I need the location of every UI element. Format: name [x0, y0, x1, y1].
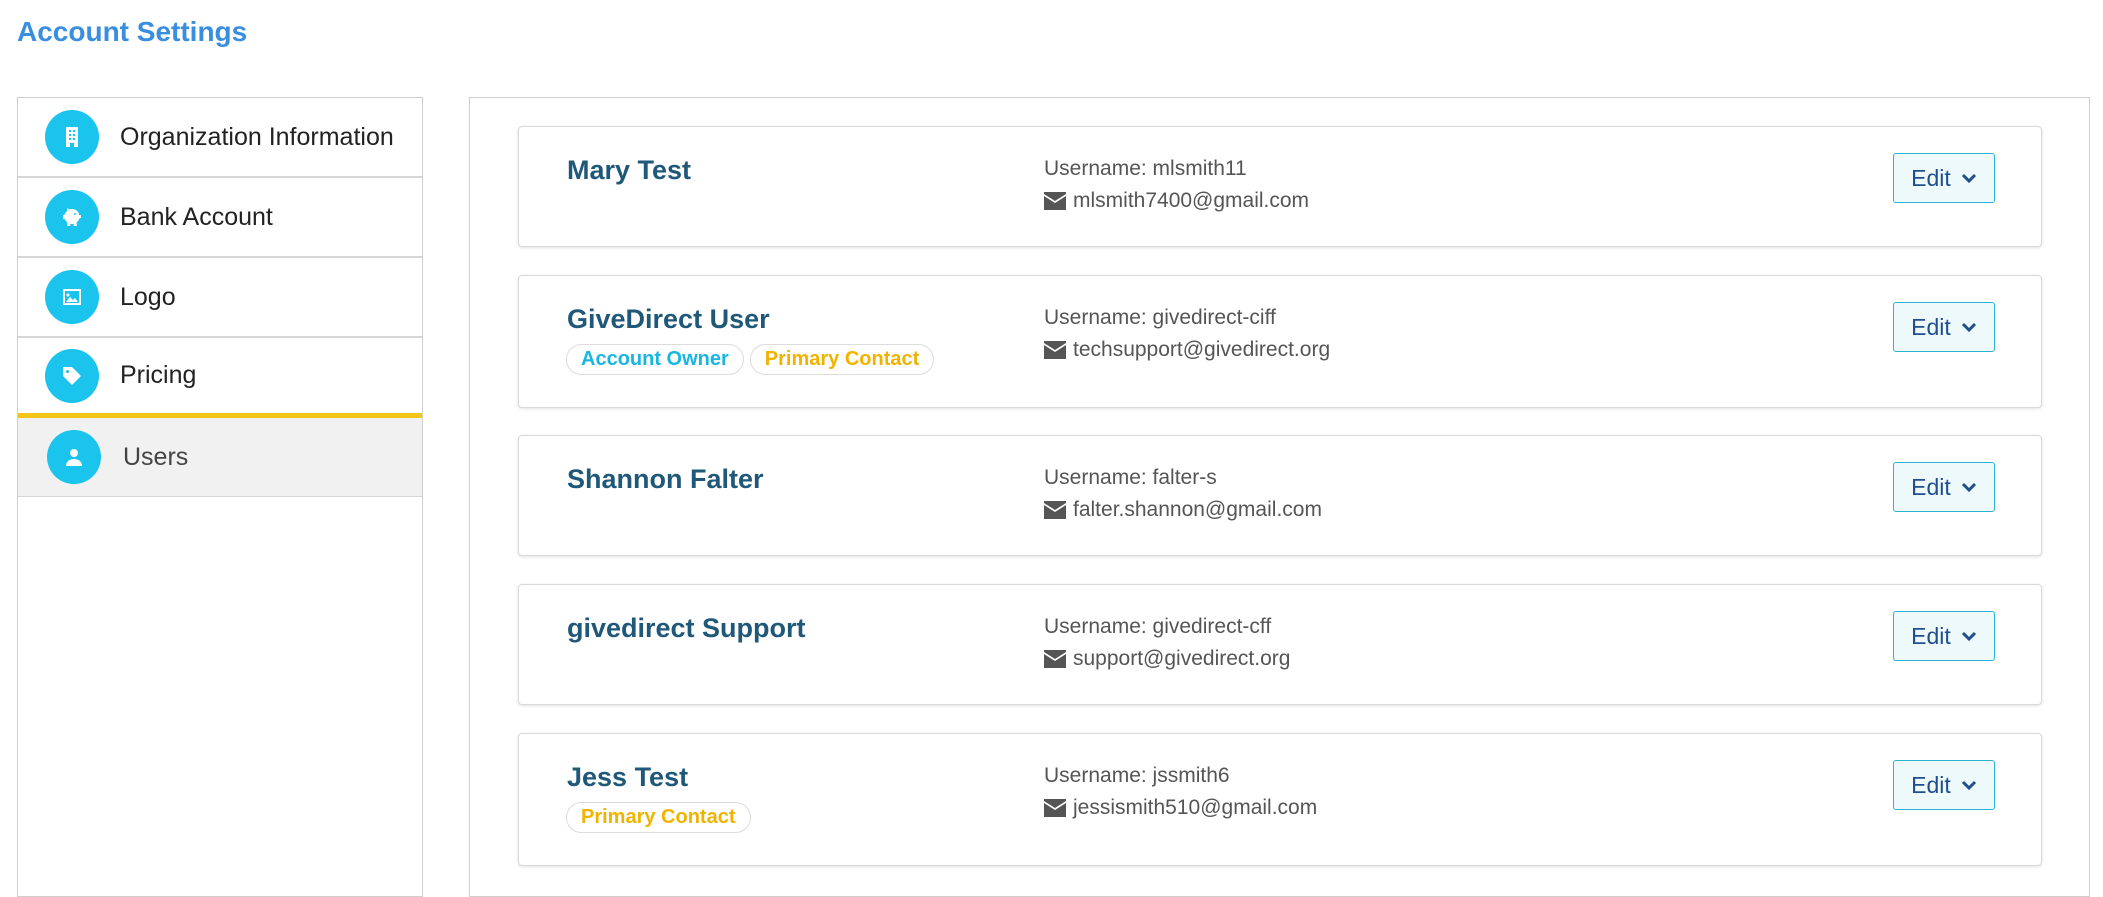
user-info: Username: falter-s falter.shannon@gmail.…: [1044, 466, 1322, 522]
chevron-down-icon: [1961, 482, 1976, 493]
email-row: techsupport@givedirect.org: [1044, 338, 1330, 362]
envelope-icon: [1044, 341, 1066, 359]
sidebar-item-label: Users: [123, 442, 189, 471]
sidebar-item-bank-account[interactable]: Bank Account: [18, 178, 422, 258]
username-text: Username: jssmith6: [1044, 764, 1230, 787]
account-owner-badge: Account Owner: [566, 344, 744, 375]
edit-button[interactable]: Edit: [1893, 611, 1995, 661]
email-text: jessismith510@gmail.com: [1073, 796, 1318, 819]
user-name: givedirect Support: [567, 613, 806, 643]
sidebar-item-label: Logo: [120, 282, 176, 311]
email-text: support@givedirect.org: [1073, 647, 1291, 670]
user-info: Username: givedirect-cff support@givedir…: [1044, 615, 1290, 671]
email-row: jessismith510@gmail.com: [1044, 796, 1317, 820]
username-text: Username: givedirect-ciff: [1044, 306, 1276, 329]
sidebar-item-pricing[interactable]: Pricing: [18, 338, 422, 418]
email-text: techsupport@givedirect.org: [1073, 338, 1331, 361]
email-row: mlsmith7400@gmail.com: [1044, 189, 1309, 213]
primary-contact-badge: Primary Contact: [749, 344, 935, 375]
primary-contact-badge: Primary Contact: [566, 802, 751, 833]
sidebar-item-organization-information[interactable]: Organization Information: [18, 98, 422, 178]
user-icon: [47, 430, 101, 484]
email-row: falter.shannon@gmail.com: [1044, 498, 1322, 522]
edit-label: Edit: [1911, 164, 1951, 191]
settings-sidebar: Organization Information Bank Account Lo…: [17, 97, 423, 897]
edit-button[interactable]: Edit: [1893, 302, 1995, 352]
user-card: Jess Test Primary Contact Username: jssm…: [518, 733, 2042, 866]
edit-label: Edit: [1911, 622, 1951, 649]
envelope-icon: [1044, 501, 1066, 519]
envelope-icon: [1044, 192, 1066, 210]
user-info: Username: givedirect-ciff techsupport@gi…: [1044, 306, 1330, 362]
username-text: Username: givedirect-cff: [1044, 615, 1272, 638]
chevron-down-icon: [1961, 173, 1976, 184]
email-text: falter.shannon@gmail.com: [1073, 498, 1322, 521]
chevron-down-icon: [1961, 780, 1976, 791]
image-icon: [45, 270, 99, 324]
username-text: Username: mlsmith11: [1044, 157, 1247, 180]
sidebar-item-label: Organization Information: [120, 122, 394, 151]
envelope-icon: [1044, 650, 1066, 668]
users-panel: Mary Test Username: mlsmith11 mlsmith740…: [469, 97, 2090, 897]
edit-button[interactable]: Edit: [1893, 760, 1995, 810]
user-info: Username: jssmith6 jessismith510@gmail.c…: [1044, 764, 1317, 820]
username-text: Username: falter-s: [1044, 466, 1217, 489]
user-info: Username: mlsmith11 mlsmith7400@gmail.co…: [1044, 157, 1309, 213]
user-card: Shannon Falter Username: falter-s falter…: [518, 435, 2042, 556]
edit-label: Edit: [1911, 771, 1951, 798]
user-card: givedirect Support Username: givedirect-…: [518, 584, 2042, 705]
user-name: Jess Test: [567, 762, 689, 792]
badge-group: Account Owner Primary Contact: [566, 344, 935, 375]
email-row: support@givedirect.org: [1044, 647, 1290, 671]
sidebar-item-label: Bank Account: [120, 202, 273, 231]
building-icon: [45, 110, 99, 164]
chevron-down-icon: [1961, 631, 1976, 642]
edit-label: Edit: [1911, 313, 1951, 340]
edit-button[interactable]: Edit: [1893, 153, 1995, 203]
sidebar-item-logo[interactable]: Logo: [18, 258, 422, 338]
page-title: Account Settings: [17, 16, 248, 47]
edit-button[interactable]: Edit: [1893, 462, 1995, 512]
piggy-bank-icon: [45, 190, 99, 244]
envelope-icon: [1044, 799, 1066, 817]
user-card: Mary Test Username: mlsmith11 mlsmith740…: [518, 126, 2042, 247]
user-name: Shannon Falter: [567, 464, 764, 494]
sidebar-item-label: Pricing: [120, 361, 197, 389]
user-name: Mary Test: [567, 155, 692, 185]
edit-label: Edit: [1911, 473, 1951, 500]
email-text: mlsmith7400@gmail.com: [1073, 189, 1310, 212]
chevron-down-icon: [1961, 322, 1976, 333]
user-card: GiveDirect User Account Owner Primary Co…: [518, 275, 2042, 408]
user-name: GiveDirect User: [567, 304, 770, 334]
tag-icon: [45, 348, 99, 403]
badge-group: Primary Contact: [566, 802, 751, 833]
sidebar-item-users[interactable]: Users: [18, 418, 422, 497]
